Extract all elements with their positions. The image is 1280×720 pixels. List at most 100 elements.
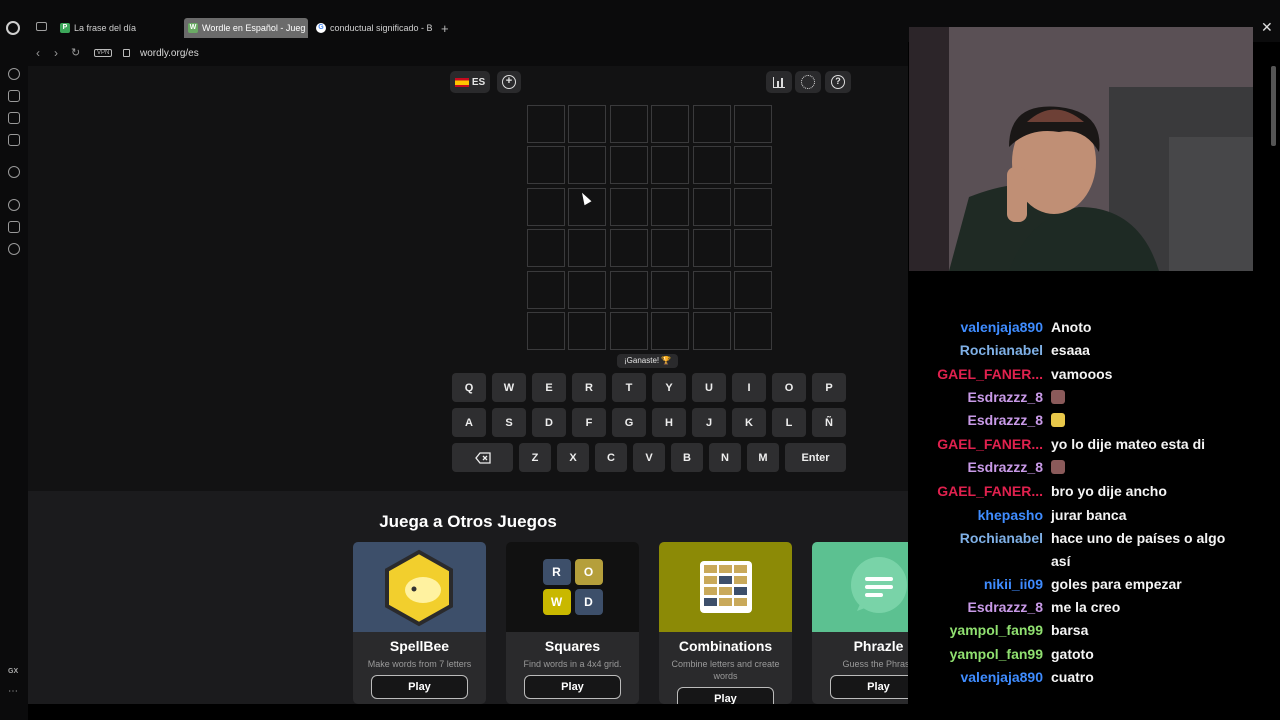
chat-username[interactable]: GAEL_FANER... <box>909 363 1051 386</box>
chat-username[interactable]: khepasho <box>909 504 1051 527</box>
key-c[interactable]: C <box>595 443 627 472</box>
key-q[interactable]: Q <box>452 373 486 402</box>
board-tile <box>651 105 690 143</box>
key-ñ[interactable]: Ñ <box>812 408 846 437</box>
key-y[interactable]: Y <box>652 373 686 402</box>
key-e[interactable]: E <box>532 373 566 402</box>
key-w[interactable]: W <box>492 373 526 402</box>
chat-username[interactable]: Esdrazzz_8 <box>909 409 1051 432</box>
chat-username[interactable]: valenjaja890 <box>909 316 1051 339</box>
key-v[interactable]: V <box>633 443 665 472</box>
board-tile <box>733 229 772 268</box>
key-u[interactable]: U <box>692 373 726 402</box>
scrollbar[interactable] <box>1271 66 1276 146</box>
chat-username[interactable]: Rochianabel <box>909 527 1051 573</box>
chat-username[interactable]: Rochianabel <box>909 339 1051 362</box>
more-dots-icon[interactable]: ⋯ <box>8 686 18 697</box>
history-icon[interactable] <box>8 199 20 211</box>
play-button[interactable]: Play <box>677 687 774 704</box>
stats-button[interactable] <box>766 71 792 93</box>
forward-arrow-icon[interactable]: › <box>54 46 58 60</box>
chatgpt-icon[interactable] <box>8 166 20 178</box>
key-m[interactable]: M <box>747 443 779 472</box>
chat-username[interactable]: Esdrazzz_8 <box>909 596 1051 619</box>
vpn-badge[interactable]: VPN <box>94 49 113 57</box>
play-button[interactable]: Play <box>371 675 468 699</box>
url-field[interactable]: wordly.org/es <box>140 48 199 59</box>
chat-username[interactable]: valenjaja890 <box>909 666 1051 689</box>
key-d[interactable]: D <box>532 408 566 437</box>
tab-conductual[interactable]: G conductual significado - B <box>312 18 436 38</box>
settings-gear-icon[interactable] <box>8 243 20 255</box>
edit-icon[interactable] <box>8 112 20 124</box>
lock-icon[interactable] <box>123 49 130 57</box>
gx-label[interactable]: GX <box>8 668 18 675</box>
key-i[interactable]: I <box>732 373 766 402</box>
key-x[interactable]: X <box>557 443 589 472</box>
board-tile <box>651 146 690 185</box>
chat-username[interactable]: GAEL_FANER... <box>909 480 1051 503</box>
key-j[interactable]: J <box>692 408 726 437</box>
emote-yellow-icon <box>1051 413 1065 427</box>
key-f[interactable]: F <box>572 408 606 437</box>
game-card-squares[interactable]: R O W D Squares Find words in a 4x4 grid… <box>506 542 639 704</box>
add-game-button[interactable]: + <box>497 71 521 93</box>
refresh-sidebar-icon[interactable] <box>8 68 20 80</box>
card-title: Combinations <box>678 638 773 654</box>
chat-username[interactable]: Esdrazzz_8 <box>909 456 1051 479</box>
chat-message: yampol_fan99 gatoto <box>909 643 1254 666</box>
key-p[interactable]: P <box>812 373 846 402</box>
close-window-icon[interactable]: ✕ <box>1261 19 1273 36</box>
key-h[interactable]: H <box>652 408 686 437</box>
chat-username[interactable]: Esdrazzz_8 <box>909 386 1051 409</box>
chat-message: khepasho jurar banca <box>909 504 1254 527</box>
key-z[interactable]: Z <box>519 443 551 472</box>
game-card-spellbee[interactable]: SpellBee Make words from 7 letters Play <box>353 542 486 704</box>
board-tile <box>527 146 565 185</box>
chat-username[interactable]: nikii_ii09 <box>909 573 1051 596</box>
chat-message: GAEL_FANER... vamooos <box>909 363 1254 386</box>
messenger-icon[interactable] <box>8 134 20 146</box>
board-tile <box>527 105 565 143</box>
board-tile <box>609 229 648 268</box>
back-arrow-icon[interactable]: ‹ <box>36 46 40 60</box>
key-b[interactable]: B <box>671 443 703 472</box>
emote-face-icon <box>1051 390 1065 404</box>
extensions-icon[interactable] <box>8 221 20 233</box>
speech-bubble-icon <box>850 557 907 613</box>
play-button[interactable]: Play <box>524 675 621 699</box>
tab-wordle[interactable]: W Wordle en Español - Jueg <box>184 18 308 38</box>
key-s[interactable]: S <box>492 408 526 437</box>
key-o[interactable]: O <box>772 373 806 402</box>
language-selector[interactable]: ES <box>450 71 490 93</box>
board-tile <box>651 311 690 350</box>
chat-username[interactable]: yampol_fan99 <box>909 619 1051 642</box>
new-tab-plus-icon[interactable]: + <box>441 21 449 36</box>
chat-message: Esdrazzz_8 <box>909 386 1254 409</box>
reload-icon[interactable]: ↻ <box>71 46 80 59</box>
enter-key[interactable]: Enter <box>785 443 846 472</box>
bag-icon[interactable] <box>8 90 20 102</box>
key-r[interactable]: R <box>572 373 606 402</box>
settings-button[interactable] <box>795 71 821 93</box>
key-t[interactable]: T <box>612 373 646 402</box>
tab-manager-icon[interactable] <box>36 22 47 31</box>
chat-username[interactable]: yampol_fan99 <box>909 643 1051 666</box>
play-button[interactable]: Play <box>830 675 908 699</box>
game-card-combinations[interactable]: Combinations Combine letters and create … <box>659 542 792 704</box>
chat-username[interactable]: GAEL_FANER... <box>909 433 1051 456</box>
key-l[interactable]: L <box>772 408 806 437</box>
tab-label: La frase del día <box>74 23 137 33</box>
question-icon: ? <box>831 75 845 89</box>
key-g[interactable]: G <box>612 408 646 437</box>
chat-text: esaaa <box>1051 342 1090 358</box>
tab-frase[interactable]: P La frase del día <box>56 18 180 38</box>
game-card-phrazle[interactable]: Phrazle Guess the Phrase Play <box>812 542 908 704</box>
key-n[interactable]: N <box>709 443 741 472</box>
help-button[interactable]: ? <box>825 71 851 93</box>
key-a[interactable]: A <box>452 408 486 437</box>
backspace-key[interactable] <box>452 443 513 472</box>
opera-logo-icon[interactable] <box>6 21 20 35</box>
key-k[interactable]: K <box>732 408 766 437</box>
chat-text: vamooos <box>1051 366 1113 382</box>
